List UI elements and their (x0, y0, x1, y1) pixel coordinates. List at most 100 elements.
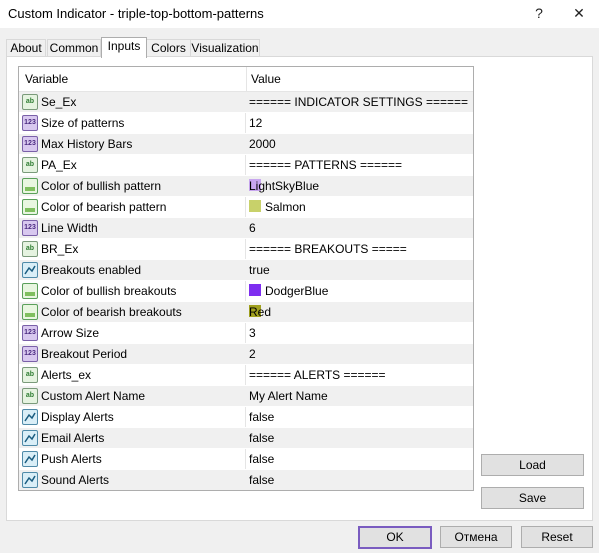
param-value-cell[interactable]: ====== BREAKOUTS ===== (247, 239, 473, 259)
param-value-cell[interactable]: LightSkyBlue (247, 176, 473, 196)
color-swatch (249, 284, 261, 296)
param-row[interactable]: Color of bearish pattern Salmon (19, 197, 473, 218)
param-row[interactable]: 123 Max History Bars 2000 (19, 134, 473, 155)
param-row[interactable]: 123 Size of patterns 12 (19, 113, 473, 134)
param-value-cell[interactable]: My Alert Name (247, 386, 473, 406)
param-name-cell: 123 Max History Bars (19, 134, 246, 154)
color-param-icon (22, 199, 38, 215)
text-param-icon: ab (22, 367, 38, 383)
number-param-icon: 123 (22, 136, 38, 152)
load-button[interactable]: Load (481, 454, 584, 476)
param-name-cell: 123 Arrow Size (19, 323, 246, 343)
param-value: 2 (249, 347, 256, 361)
param-row[interactable]: ab BR_Ex ====== BREAKOUTS ===== (19, 239, 473, 260)
text-param-icon: ab (22, 157, 38, 173)
param-name-cell: Color of bullish breakouts (19, 281, 246, 301)
param-name: Custom Alert Name (41, 389, 146, 403)
param-row[interactable]: ab PA_Ex ====== PATTERNS ====== (19, 155, 473, 176)
save-button[interactable]: Save (481, 487, 584, 509)
param-name: PA_Ex (41, 158, 77, 172)
param-value-cell[interactable]: Red (247, 302, 473, 322)
param-value: ====== INDICATOR SETTINGS ====== (249, 95, 468, 109)
header-variable[interactable]: Variable (25, 72, 68, 86)
param-name: BR_Ex (41, 242, 79, 256)
param-row[interactable]: Display Alerts false (19, 407, 473, 428)
param-name: Color of bullish breakouts (41, 284, 177, 298)
param-value: My Alert Name (249, 389, 328, 403)
param-name: Color of bearish breakouts (41, 305, 182, 319)
param-name: Color of bullish pattern (41, 179, 162, 193)
boolean-param-icon (22, 409, 38, 425)
param-name-cell: ab BR_Ex (19, 239, 246, 259)
param-value: ====== PATTERNS ====== (249, 158, 402, 172)
param-value-cell[interactable]: 12 (247, 113, 473, 133)
param-value: false (249, 452, 275, 466)
inputs-grid: Variable Value ab Se_Ex ====== INDICATOR S… (18, 66, 474, 491)
reset-button[interactable]: Reset (521, 526, 593, 548)
param-value-cell[interactable]: true (247, 260, 473, 280)
param-name: Arrow Size (41, 326, 100, 340)
param-value-cell[interactable]: false (247, 428, 473, 448)
ok-button[interactable]: OK (358, 526, 432, 549)
param-row[interactable]: Sound Alerts false (19, 470, 473, 490)
tab-inputs[interactable]: Inputs (101, 37, 147, 58)
param-name-cell: ab Alerts_ex (19, 365, 246, 385)
param-value-cell[interactable]: 2 (247, 344, 473, 364)
boolean-param-icon (22, 262, 38, 278)
param-value-cell[interactable]: ====== INDICATOR SETTINGS ====== (247, 92, 473, 112)
text-param-icon: ab (22, 241, 38, 257)
color-param-icon (22, 178, 38, 194)
param-value-cell[interactable]: ====== ALERTS ====== (247, 365, 473, 385)
window-title: Custom Indicator - triple-top-bottom-pat… (8, 6, 264, 21)
close-button[interactable]: ✕ (559, 0, 599, 28)
param-name: Breakouts enabled (41, 263, 142, 277)
param-name-cell: ab Custom Alert Name (19, 386, 246, 406)
param-row[interactable]: Breakouts enabled true (19, 260, 473, 281)
color-swatch (249, 200, 261, 212)
param-name-cell: 123 Size of patterns (19, 113, 246, 133)
param-value-cell[interactable]: false (247, 407, 473, 427)
param-row[interactable]: Color of bullish breakouts DodgerBlue (19, 281, 473, 302)
param-row[interactable]: Color of bullish pattern LightSkyBlue (19, 176, 473, 197)
param-row[interactable]: ab Custom Alert Name My Alert Name (19, 386, 473, 407)
param-value-cell[interactable]: 6 (247, 218, 473, 238)
param-value: false (249, 473, 275, 487)
text-param-icon: ab (22, 94, 38, 110)
param-name: Breakout Period (41, 347, 128, 361)
param-name: Sound Alerts (41, 473, 110, 487)
tab-colors[interactable]: Colors (146, 39, 191, 57)
param-row[interactable]: Email Alerts false (19, 428, 473, 449)
param-name-cell: Color of bullish pattern (19, 176, 246, 196)
param-name: Size of patterns (41, 116, 125, 130)
param-value-cell[interactable]: 2000 (247, 134, 473, 154)
param-row[interactable]: Color of bearish breakouts Red (19, 302, 473, 323)
header-value[interactable]: Value (251, 72, 281, 86)
text-param-icon: ab (22, 388, 38, 404)
param-row[interactable]: ab Alerts_ex ====== ALERTS ====== (19, 365, 473, 386)
param-value: false (249, 431, 275, 445)
param-row[interactable]: 123 Line Width 6 (19, 218, 473, 239)
param-name-cell: Color of bearish breakouts (19, 302, 246, 322)
tab-about[interactable]: About (6, 39, 46, 57)
param-value: DodgerBlue (265, 284, 329, 298)
help-button[interactable]: ? (519, 0, 559, 28)
param-value-cell[interactable]: Salmon (247, 197, 473, 217)
tab-visualization[interactable]: Visualization (190, 39, 260, 57)
param-name: Se_Ex (41, 95, 77, 109)
param-value-cell[interactable]: false (247, 470, 473, 490)
param-name-cell: Display Alerts (19, 407, 246, 427)
param-row[interactable]: Push Alerts false (19, 449, 473, 470)
param-value: LightSkyBlue (249, 179, 320, 193)
param-row[interactable]: 123 Arrow Size 3 (19, 323, 473, 344)
cancel-button[interactable]: Отмена (440, 526, 512, 548)
param-value-cell[interactable]: false (247, 449, 473, 469)
param-row[interactable]: ab Se_Ex ====== INDICATOR SETTINGS ====== (19, 92, 473, 113)
param-value-cell[interactable]: ====== PATTERNS ====== (247, 155, 473, 175)
boolean-param-icon (22, 472, 38, 488)
param-value-cell[interactable]: DodgerBlue (247, 281, 473, 301)
param-value: false (249, 410, 275, 424)
param-value: ====== BREAKOUTS ===== (249, 242, 407, 256)
param-row[interactable]: 123 Breakout Period 2 (19, 344, 473, 365)
tab-common[interactable]: Common (47, 39, 101, 57)
param-value-cell[interactable]: 3 (247, 323, 473, 343)
